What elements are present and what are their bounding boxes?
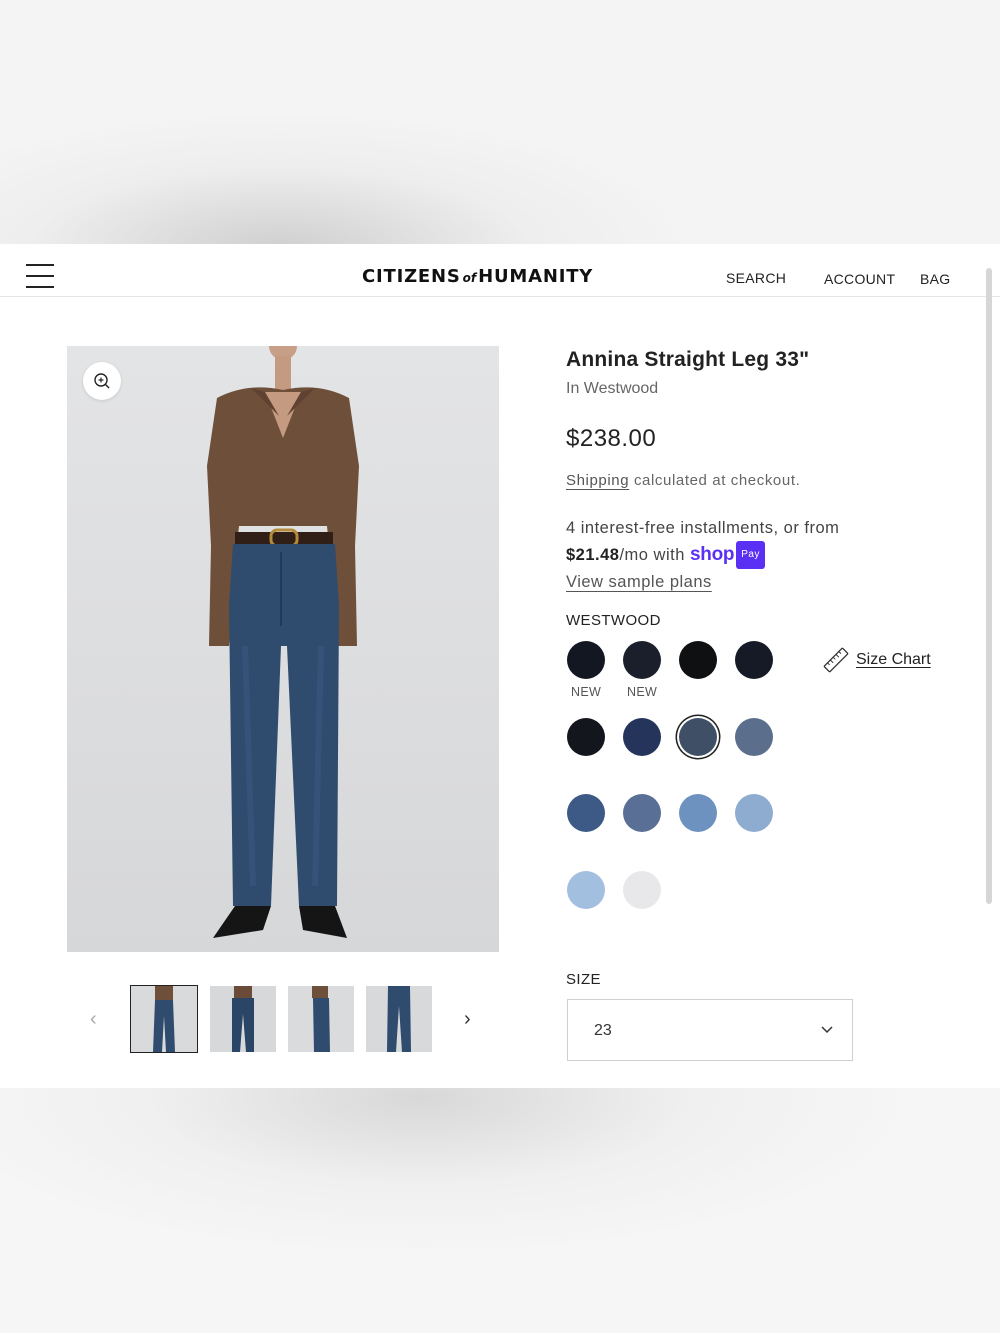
product-main-image[interactable] [67,346,499,952]
product-price: $238.00 [566,425,657,452]
swatch-new-tag: NEW [627,685,658,699]
thumbnail-3[interactable] [288,986,354,1052]
product-subtitle: In Westwood [566,380,659,397]
size-dropdown[interactable]: 23 [567,999,853,1061]
chevron-right-icon[interactable]: › [464,1008,471,1031]
model-illustration [207,346,359,938]
chevron-left-icon[interactable]: ‹ [90,1008,97,1031]
color-swatch-9[interactable] [567,794,605,832]
color-swatch-13[interactable] [567,871,605,909]
color-swatch-6[interactable] [623,718,661,756]
ruler-icon [823,647,849,673]
color-swatch-1[interactable] [567,641,605,679]
shop-pay-logo: shop [690,544,735,565]
brand-logo[interactable]: CITIZENS of HUMANITY [362,266,593,287]
nav-bag[interactable]: BAG [920,271,950,287]
color-swatch-10[interactable] [623,794,661,832]
product-title: Annina Straight Leg 33" [566,348,810,371]
shipping-note: Shipping calculated at checkout. [566,472,801,489]
color-swatch-2[interactable] [623,641,661,679]
pay-badge: Pay [736,541,765,569]
color-name-label: WESTWOOD [566,612,661,629]
scrollbar[interactable] [986,268,992,904]
nav-account[interactable]: ACCOUNT [824,271,895,287]
color-swatch-14[interactable] [623,871,661,909]
size-chart-label: Size Chart [856,651,931,668]
thumbnail-2[interactable] [210,986,276,1052]
installment-amount: $21.48 [566,546,620,564]
zoom-in-icon [94,373,110,389]
color-swatch-11[interactable] [679,794,717,832]
view-sample-plans-link[interactable]: View sample plans [566,573,712,591]
size-selected-value: 23 [594,1022,612,1039]
size-label: SIZE [566,971,601,988]
thumbnail-1[interactable] [130,985,198,1053]
site-header: CITIZENS of HUMANITY SEARCH ACCOUNT BAG [0,244,1000,297]
chevron-down-icon [821,1026,833,1034]
backdrop [0,1088,1000,1333]
shipping-link[interactable]: Shipping [566,472,629,489]
color-swatch-12[interactable] [735,794,773,832]
color-swatch-3[interactable] [679,641,717,679]
color-swatch-5[interactable] [567,718,605,756]
nav-search[interactable]: SEARCH [726,270,786,286]
installments-block: 4 interest-free installments, or from $2… [566,519,840,591]
swatch-new-tag: NEW [571,685,602,699]
color-swatch-4[interactable] [735,641,773,679]
color-swatch-7[interactable] [679,718,717,756]
color-swatch-8[interactable] [735,718,773,756]
size-chart-link[interactable]: Size Chart [822,646,931,674]
zoom-button[interactable] [83,362,121,400]
product-page: CITIZENSofHUMANITY SEARCH ACCOUNT BAG [0,244,1000,1088]
thumbnail-4[interactable] [366,986,432,1052]
menu-icon[interactable] [26,264,54,290]
